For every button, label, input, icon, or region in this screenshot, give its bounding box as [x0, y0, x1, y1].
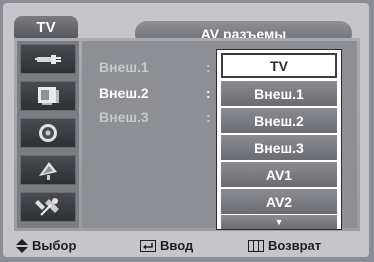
tv-osd-screen: TV AV разъемы Внеш.1: Внеш.2: Внеш.3:… [3, 3, 369, 257]
hint-enter: Ввод [140, 238, 193, 253]
tv-tab: TV [14, 16, 78, 38]
sidebar-item-picture[interactable] [20, 81, 76, 111]
hint-move-label: Выбор [32, 238, 77, 253]
separator: : [206, 59, 211, 75]
satellite-icon [39, 162, 57, 180]
dropdown-option[interactable]: AV2 [221, 189, 337, 214]
tools-icon [35, 198, 59, 216]
up-down-arrow-icon [16, 238, 28, 253]
hint-move: Выбор [16, 238, 76, 253]
source-dropdown[interactable]: TV Внеш.1 Внеш.2 Внеш.3 AV1 AV2 ▼ [216, 49, 342, 230]
setting-row-ext3[interactable]: Внеш.3 [99, 109, 149, 125]
sidebar-item-sound[interactable] [20, 118, 76, 148]
hint-return: Возврат [248, 238, 321, 253]
sidebar [17, 41, 79, 228]
setting-row-ext2[interactable]: Внеш.2 [99, 85, 149, 101]
dropdown-option[interactable]: AV1 [221, 162, 337, 187]
setting-label: Внеш.3 [99, 109, 149, 125]
main-panel: Внеш.1 : Внеш.2 : Внеш.3 : TV Внеш.1 Вне… [14, 38, 360, 231]
sidebar-item-channel[interactable] [20, 155, 76, 185]
picture-icon [38, 87, 59, 105]
dropdown-option-selected[interactable]: TV [221, 53, 337, 78]
footer-hints: Выбор Ввод Возврат [3, 233, 369, 257]
speaker-icon [39, 124, 57, 142]
sidebar-item-input[interactable] [20, 44, 76, 74]
sidebar-item-setup[interactable] [20, 192, 76, 222]
enter-icon [140, 239, 156, 252]
hint-enter-label: Ввод [160, 238, 194, 253]
dropdown-option[interactable]: Внеш.2 [221, 108, 337, 133]
setting-row-ext1[interactable]: Внеш.1 [99, 59, 149, 75]
hint-return-label: Возврат [268, 238, 322, 253]
setting-label: Внеш.1 [99, 59, 149, 75]
return-icon [248, 239, 264, 252]
separator: : [206, 109, 211, 125]
setting-label: Внеш.2 [99, 85, 149, 101]
dropdown-option[interactable]: Внеш.3 [221, 135, 337, 160]
dropdown-option[interactable]: Внеш.1 [221, 81, 337, 106]
plug-icon [34, 55, 61, 64]
separator: : [206, 85, 211, 101]
scroll-down-icon[interactable]: ▼ [221, 215, 337, 229]
